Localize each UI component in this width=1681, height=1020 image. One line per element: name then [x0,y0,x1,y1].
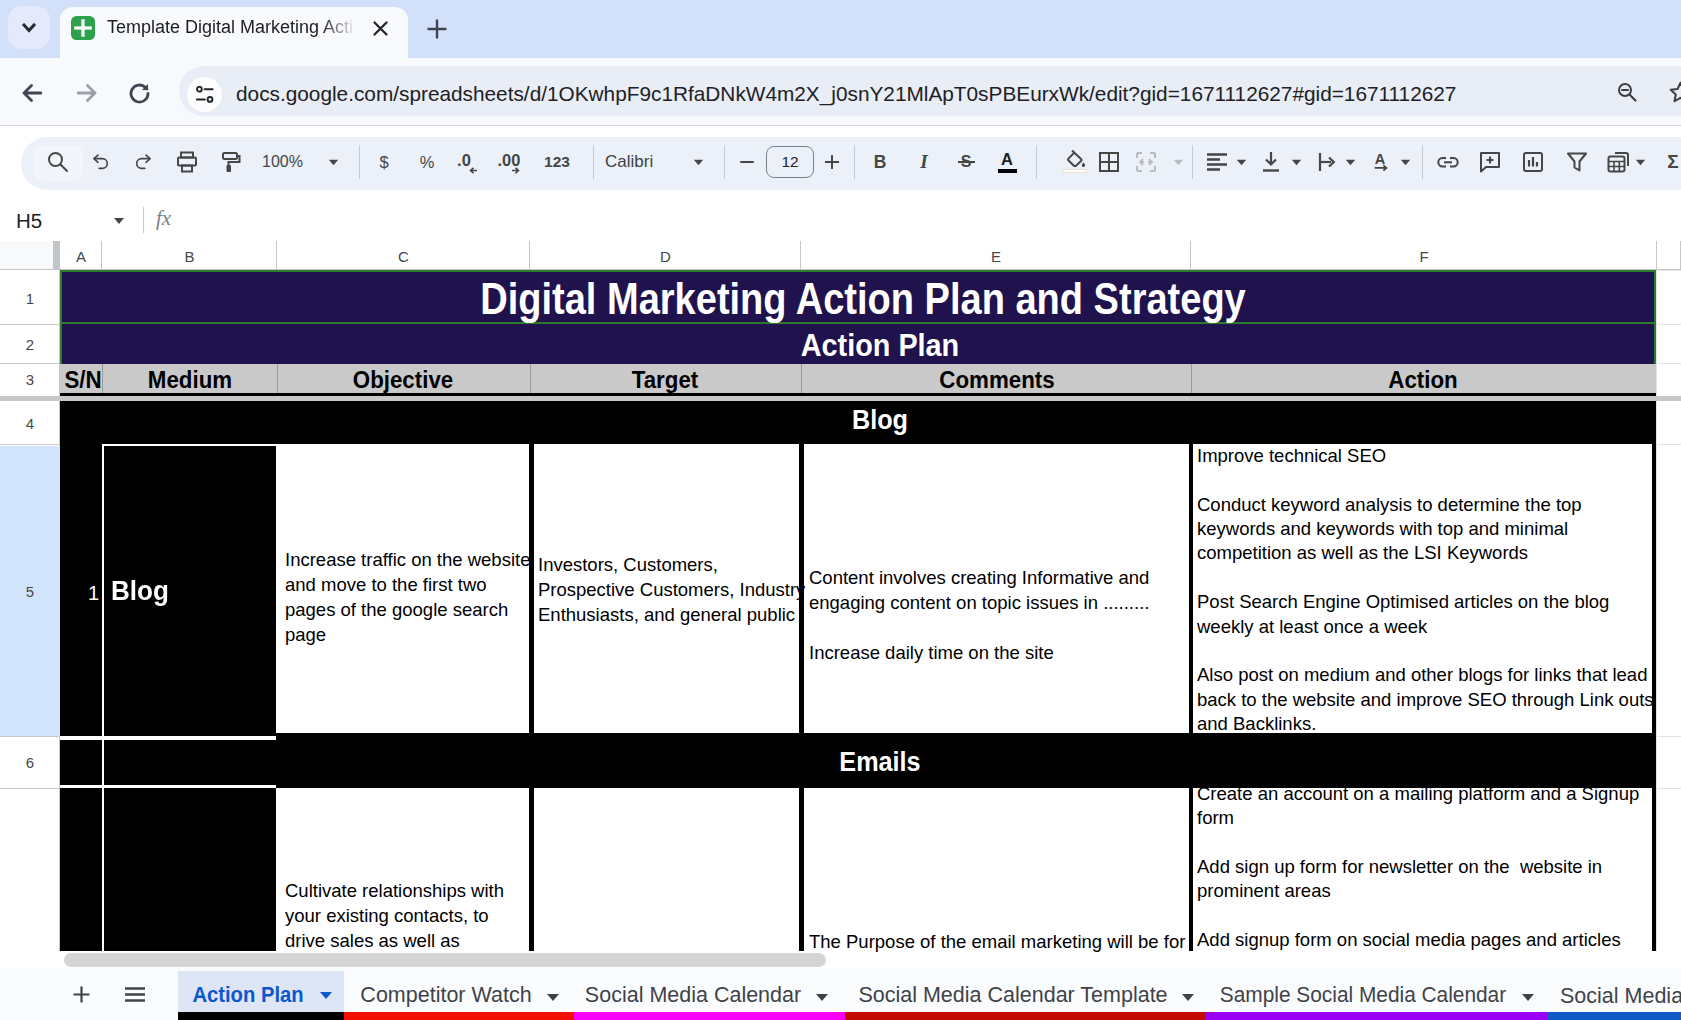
svg-text:A: A [1375,152,1386,167]
